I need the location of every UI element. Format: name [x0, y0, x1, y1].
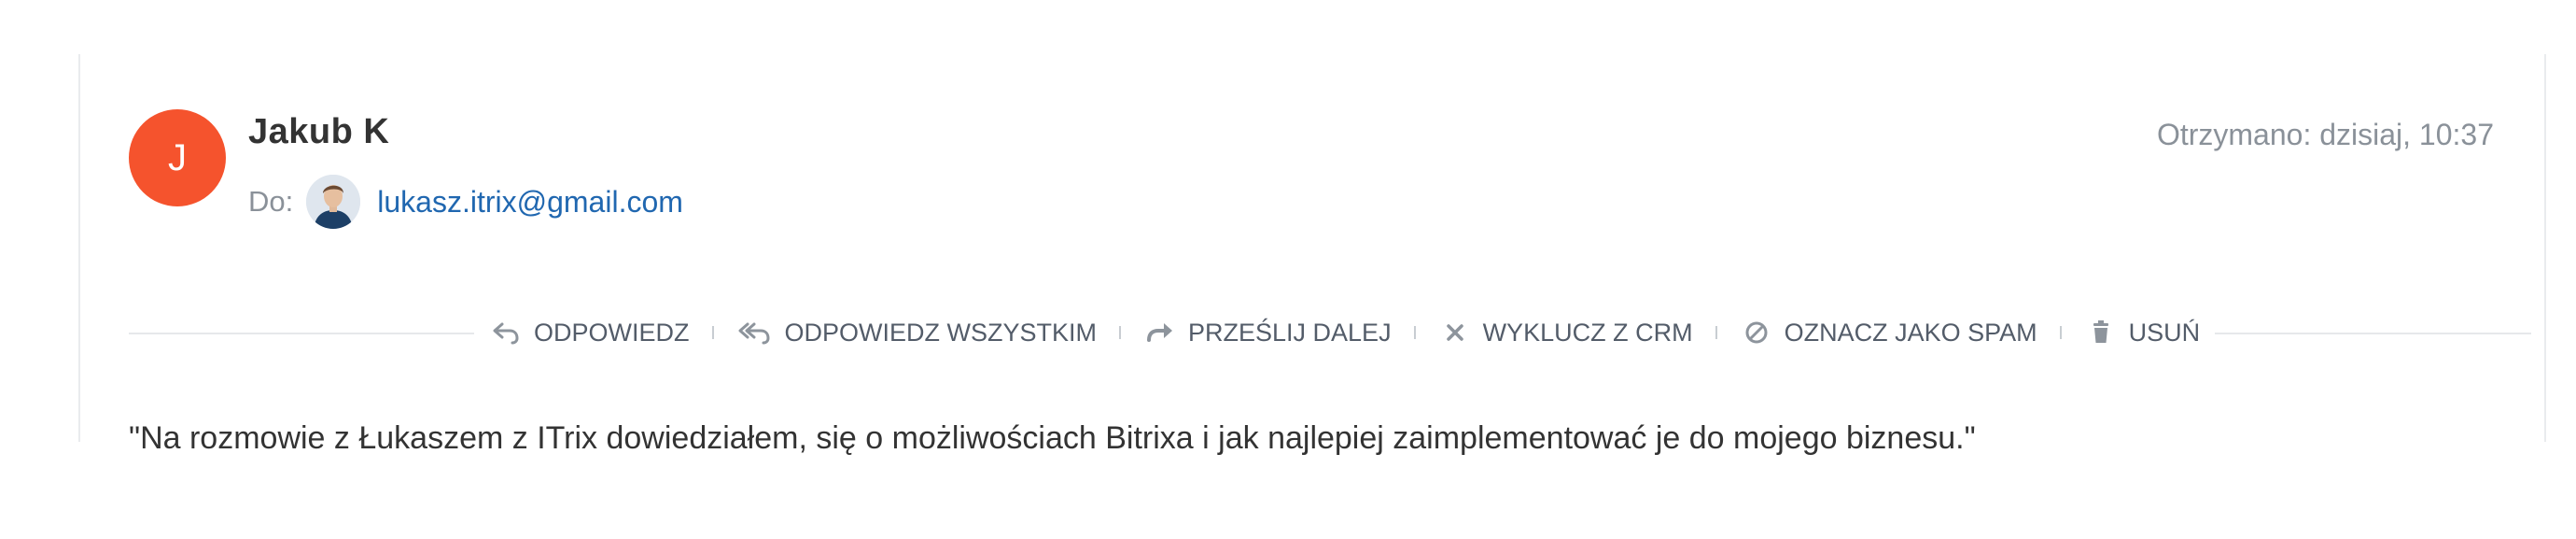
- message-body: "Na rozmowie z Łukaszem z ITrix dowiedzi…: [129, 420, 1976, 456]
- action-separator: [711, 326, 714, 339]
- sender-initial: J: [168, 136, 187, 178]
- recipient-row: Do: lukasz.itrix@gmail.com: [248, 172, 683, 232]
- exclude-from-crm-button[interactable]: WYKLUCZ Z CRM: [1438, 316, 1693, 349]
- trash-icon: [2093, 320, 2108, 343]
- mark-as-spam-button[interactable]: OZNACZ JAKO SPAM: [1740, 316, 2037, 349]
- forward-label: PRZEŚLIJ DALEJ: [1188, 318, 1392, 347]
- action-separator: [1413, 326, 1416, 339]
- reply-button[interactable]: ODPOWIEDZ: [489, 316, 690, 349]
- reply-all-button[interactable]: ODPOWIEDZ WSZYSTKIM: [736, 316, 1098, 349]
- user-photo-icon: [306, 175, 361, 229]
- action-separator: [1119, 326, 1121, 339]
- sender-avatar[interactable]: J: [129, 109, 226, 206]
- mark-as-spam-label: OZNACZ JAKO SPAM: [1784, 318, 2037, 347]
- close-icon: [1446, 324, 1463, 341]
- recipient-avatar[interactable]: [306, 175, 361, 229]
- recipient-email-link[interactable]: lukasz.itrix@gmail.com: [377, 185, 683, 220]
- reply-icon: [493, 322, 519, 345]
- delete-label: USUŃ: [2128, 318, 2201, 347]
- email-actions-toolbar: ODPOWIEDZ ODPOWIEDZ WSZYSTKIM PRZEŚLIJ D…: [474, 305, 2216, 361]
- forward-button[interactable]: PRZEŚLIJ DALEJ: [1143, 316, 1392, 349]
- received-timestamp: Otrzymano: dzisiaj, 10:37: [2156, 118, 2494, 151]
- action-separator: [2059, 326, 2062, 339]
- spam-icon: [1745, 321, 1768, 344]
- forward-icon: [1147, 323, 1172, 342]
- exclude-from-crm-label: WYKLUCZ Z CRM: [1482, 318, 1693, 347]
- reply-all-icon: [738, 322, 770, 345]
- reply-all-label: ODPOWIEDZ WSZYSTKIM: [784, 318, 1098, 347]
- action-separator: [1715, 326, 1717, 339]
- divider-line-left: [129, 333, 483, 334]
- recipient-label: Do:: [248, 185, 294, 218]
- divider-line-right: [2182, 333, 2531, 334]
- reply-label: ODPOWIEDZ: [534, 318, 690, 347]
- sender-name[interactable]: Jakub K: [248, 112, 389, 152]
- delete-button[interactable]: USUŃ: [2084, 316, 2201, 349]
- email-card: J Jakub K Otrzymano: dzisiaj, 10:37 Do: …: [78, 54, 2546, 456]
